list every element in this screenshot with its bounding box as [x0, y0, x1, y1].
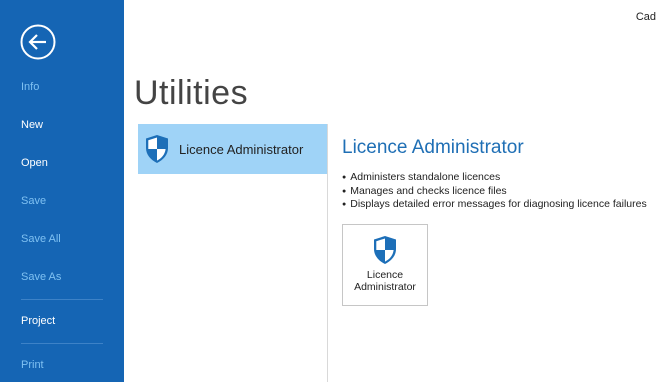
- backstage-sidebar: Info New Open Save Save All Save As Proj…: [0, 0, 124, 382]
- nav-separator: [21, 299, 103, 300]
- utility-item-licence-administrator[interactable]: Licence Administrator: [138, 124, 328, 174]
- utility-item-label: Licence Administrator: [179, 142, 304, 157]
- bullet-item: Manages and checks licence files: [342, 185, 647, 199]
- shield-icon: [372, 235, 398, 270]
- title-bar-text: Cad: [635, 11, 656, 23]
- nav-save-all[interactable]: Save All: [21, 233, 61, 245]
- nav-project[interactable]: Project: [21, 315, 55, 327]
- button-label: Licence Administrator: [343, 269, 427, 293]
- button-label-line2: Administrator: [354, 281, 416, 293]
- bullet-item: Administers standalone licences: [342, 171, 647, 185]
- button-label-line1: Licence: [366, 269, 404, 281]
- page-title: Utilities: [134, 74, 249, 112]
- back-arrow-icon: [20, 24, 56, 60]
- nav-new[interactable]: New: [21, 119, 43, 131]
- nav-info[interactable]: Info: [21, 81, 39, 93]
- back-button[interactable]: [20, 24, 56, 60]
- nav-save[interactable]: Save: [21, 195, 46, 207]
- detail-bullet-list: Administers standalone licences Manages …: [342, 171, 647, 212]
- shield-icon: [144, 134, 170, 169]
- nav-print[interactable]: Print: [21, 359, 44, 371]
- licence-administrator-button[interactable]: Licence Administrator: [342, 224, 428, 306]
- panel-divider: [327, 124, 328, 382]
- nav-open[interactable]: Open: [21, 157, 48, 169]
- detail-title: Licence Administrator: [342, 137, 524, 158]
- nav-save-as[interactable]: Save As: [21, 271, 61, 283]
- bullet-item: Displays detailed error messages for dia…: [342, 198, 646, 212]
- nav-separator: [21, 343, 103, 344]
